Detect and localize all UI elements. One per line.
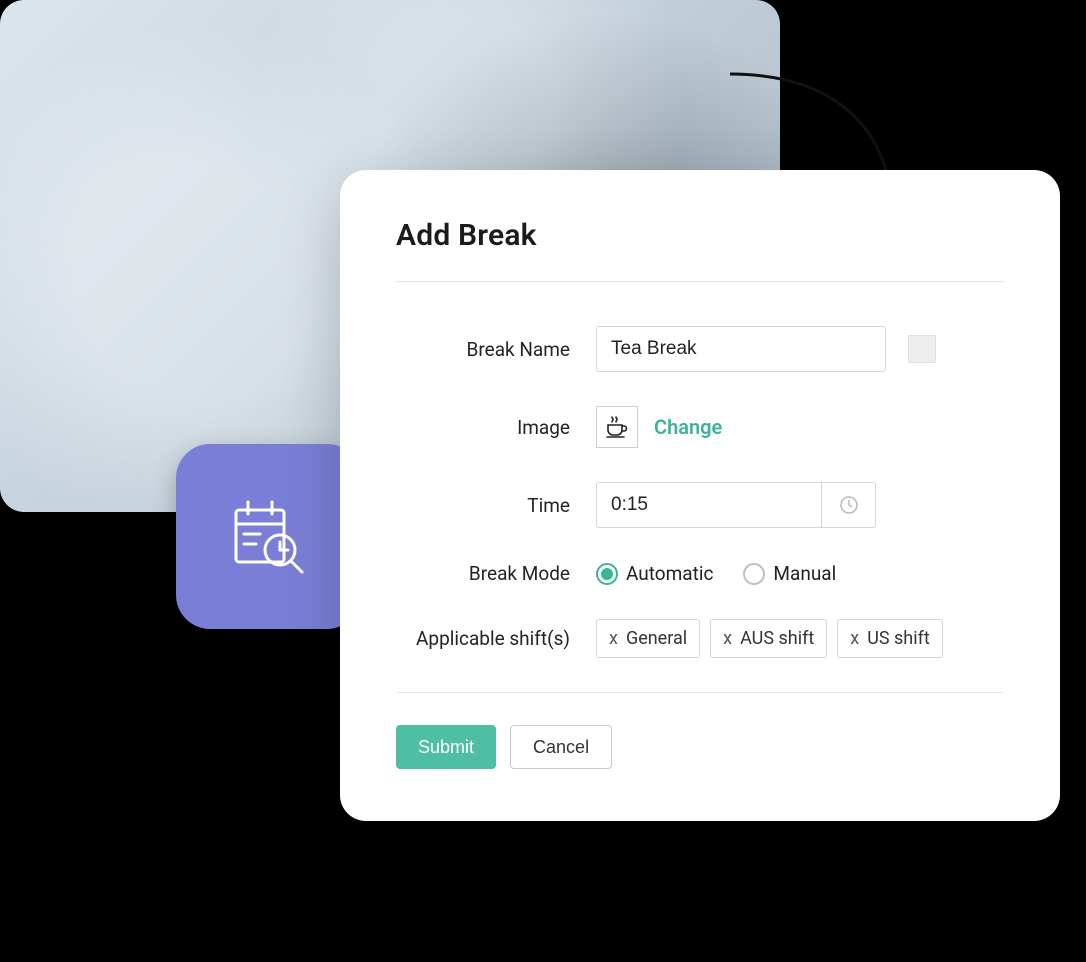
add-break-form: Break Name Image Change bbox=[396, 282, 1004, 693]
shift-chip[interactable]: x US shift bbox=[837, 619, 943, 658]
cancel-button[interactable]: Cancel bbox=[510, 725, 612, 769]
row-image: Image Change bbox=[396, 406, 1004, 448]
chip-label: AUS shift bbox=[740, 628, 814, 649]
break-name-input[interactable] bbox=[596, 326, 886, 372]
break-image-thumb bbox=[596, 406, 638, 448]
radio-dot-icon bbox=[743, 563, 765, 585]
submit-button[interactable]: Submit bbox=[396, 725, 496, 769]
shift-chip[interactable]: x General bbox=[596, 619, 700, 658]
change-image-link[interactable]: Change bbox=[654, 415, 722, 439]
card-title: Add Break bbox=[396, 218, 1004, 282]
chip-remove-icon[interactable]: x bbox=[723, 628, 732, 649]
label-break-name: Break Name bbox=[396, 338, 596, 361]
chip-label: US shift bbox=[867, 628, 930, 649]
row-shifts: Applicable shift(s) xGeneral xAUS shift … bbox=[396, 619, 1004, 658]
calendar-search-icon bbox=[226, 494, 312, 580]
row-break-name: Break Name bbox=[396, 326, 1004, 372]
label-shifts: Applicable shift(s) bbox=[396, 627, 596, 650]
shift-chip[interactable]: x AUS shift bbox=[710, 619, 827, 658]
color-swatch[interactable] bbox=[908, 335, 936, 363]
time-input[interactable] bbox=[596, 482, 822, 528]
radio-dot-icon bbox=[596, 563, 618, 585]
radio-label: Manual bbox=[773, 562, 836, 585]
label-time: Time bbox=[396, 494, 596, 517]
chip-label: General bbox=[626, 628, 687, 649]
label-image: Image bbox=[396, 416, 596, 439]
label-break-mode: Break Mode bbox=[396, 562, 596, 585]
row-time: Time bbox=[396, 482, 1004, 528]
coffee-cup-icon bbox=[604, 414, 630, 440]
add-break-card: Add Break Break Name Image bbox=[340, 170, 1060, 821]
feature-badge bbox=[176, 444, 361, 629]
radio-manual[interactable]: Manual bbox=[743, 562, 836, 585]
chip-remove-icon[interactable]: x bbox=[609, 628, 618, 649]
row-break-mode: Break Mode Automatic Manual bbox=[396, 562, 1004, 585]
time-picker-button[interactable] bbox=[822, 482, 876, 528]
radio-automatic[interactable]: Automatic bbox=[596, 562, 713, 585]
form-actions: Submit Cancel bbox=[396, 693, 1004, 769]
radio-label: Automatic bbox=[626, 562, 713, 585]
chip-remove-icon[interactable]: x bbox=[850, 628, 859, 649]
clock-icon bbox=[839, 495, 859, 515]
